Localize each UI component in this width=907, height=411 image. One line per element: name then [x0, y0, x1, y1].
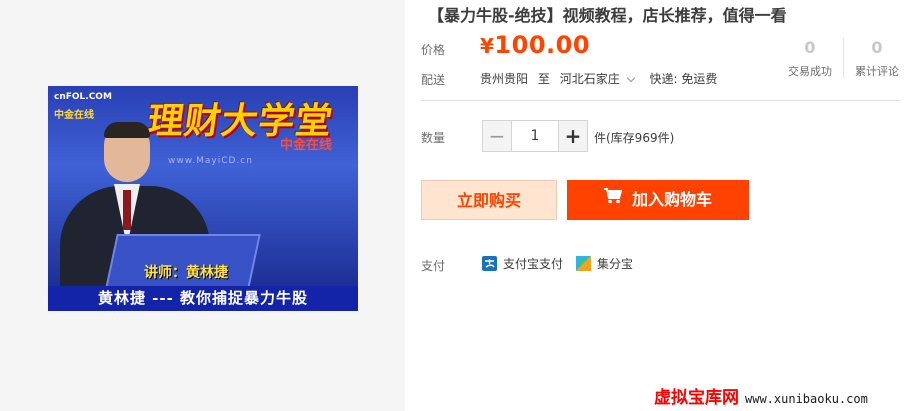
watermark: 虚拟宝库网 www.xunibaoku.com: [654, 383, 868, 408]
alipay-icon: [482, 256, 497, 271]
price-amount: 100.00: [494, 31, 591, 59]
video-speaker-label: 讲师：黄林捷: [144, 265, 228, 281]
shipping-label: 配送: [421, 73, 446, 87]
ship-to-word: 至: [537, 72, 550, 86]
price-label: 价格: [421, 43, 446, 57]
payment-method-jifenbao[interactable]: 集分宝: [576, 255, 633, 272]
stat-transactions-value: 0: [804, 38, 816, 57]
watermark-name: 虚拟宝库网: [654, 388, 739, 408]
payment-method-alipay[interactable]: 支付宝支付: [482, 255, 563, 272]
quantity-decrease-button[interactable]: −: [483, 121, 512, 151]
ship-to: 河北石家庄: [559, 72, 620, 86]
stat-transactions[interactable]: 0 交易成功: [782, 38, 838, 79]
price-value: ¥100.00: [480, 31, 590, 59]
quantity-input[interactable]: [512, 121, 558, 151]
jifenbao-label: 集分宝: [597, 257, 634, 271]
product-title: 【暴力牛股-绝技】视频教程，店长推荐，值得一看: [428, 6, 787, 25]
stat-reviews-value: 0: [871, 38, 883, 57]
quantity-stepper: − +: [482, 120, 588, 152]
buy-now-button[interactable]: 立即购买: [421, 180, 557, 220]
quantity-label: 数量: [421, 131, 446, 145]
currency-symbol: ¥: [480, 34, 495, 58]
payment-label: 支付: [421, 259, 446, 273]
video-url-text: www.MayiCD.cn: [168, 156, 253, 166]
section-divider: [421, 100, 901, 101]
shipping-info: 贵州贵阳 至 河北石家庄 快递: 免运费: [480, 70, 723, 87]
presenter-tie: [123, 190, 131, 230]
video-logo-cn: 中金在线: [54, 110, 94, 121]
ship-destination-select[interactable]: 河北石家庄: [560, 72, 640, 86]
watermark-url: www.xunibaoku.com: [745, 392, 868, 406]
stat-reviews[interactable]: 0 累计评论: [850, 38, 904, 79]
video-banner-subtitle: 中金在线: [280, 138, 333, 153]
presenter-hair: [104, 122, 150, 138]
stat-reviews-label: 累计评论: [855, 65, 899, 78]
stock-info: 件(库存969件): [594, 131, 675, 145]
product-gallery: cnFOL.COM 中金在线 理财大学堂 中金在线 www.MayiCD.cn …: [0, 0, 405, 411]
stats-divider: [843, 38, 844, 78]
add-to-cart-label: 加入购物车: [631, 190, 712, 209]
add-to-cart-button[interactable]: 加入购物车: [567, 180, 749, 220]
jifenbao-icon: [576, 256, 591, 271]
chevron-down-icon: [626, 73, 635, 83]
cart-icon: [603, 179, 623, 219]
ship-from: 贵州贵阳: [480, 72, 529, 86]
ship-method: 快递: 免运费: [649, 72, 718, 86]
video-caption: 黄林捷 --- 教你捕捉暴力牛股: [48, 286, 358, 311]
product-video-thumbnail[interactable]: cnFOL.COM 中金在线 理财大学堂 中金在线 www.MayiCD.cn …: [48, 86, 358, 311]
quantity-increase-button[interactable]: +: [558, 121, 587, 151]
alipay-label: 支付宝支付: [503, 257, 564, 271]
stat-transactions-label: 交易成功: [788, 65, 832, 78]
video-logo: cnFOL.COM: [54, 92, 112, 102]
